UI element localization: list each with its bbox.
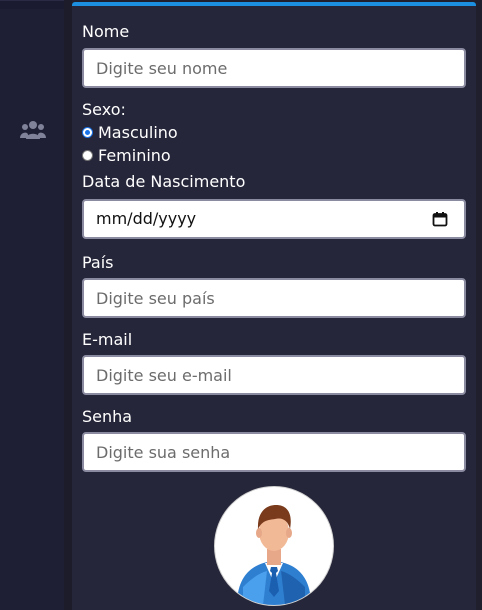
sexo-label: Sexo: — [82, 100, 126, 119]
user-avatar-icon — [237, 505, 311, 605]
nascimento-label: Data de Nascimento — [82, 172, 246, 191]
radio-masculino-control[interactable] — [82, 126, 93, 138]
sidebar — [0, 0, 64, 610]
email-label: E-mail — [82, 330, 133, 349]
email-input[interactable] — [82, 355, 466, 395]
nascimento-date-input[interactable]: mm/dd/yyyy — [82, 199, 466, 239]
pais-input[interactable] — [82, 278, 466, 318]
radio-feminino-label: Feminino — [98, 145, 171, 165]
avatar[interactable] — [214, 486, 334, 606]
pais-label: País — [82, 253, 114, 272]
nome-label: Nome — [82, 22, 130, 41]
nascimento-date-value: mm/dd/yyyy — [96, 209, 197, 228]
radio-masculino-label: Masculino — [98, 122, 178, 142]
calendar-icon[interactable] — [432, 211, 448, 227]
radio-feminino[interactable]: Feminino — [82, 145, 171, 165]
senha-label: Senha — [82, 407, 133, 426]
radio-masculino[interactable]: Masculino — [82, 122, 178, 142]
gutter — [64, 0, 72, 610]
app-window: Nome Sexo: Masculino Feminino Data de Na… — [0, 0, 482, 610]
registration-form: Nome Sexo: Masculino Feminino Data de Na… — [72, 2, 476, 610]
users-icon[interactable] — [20, 119, 46, 141]
senha-input[interactable] — [82, 432, 466, 472]
nome-input[interactable] — [82, 48, 466, 88]
radio-feminino-control[interactable] — [82, 149, 93, 161]
sidebar-header — [0, 1, 64, 9]
